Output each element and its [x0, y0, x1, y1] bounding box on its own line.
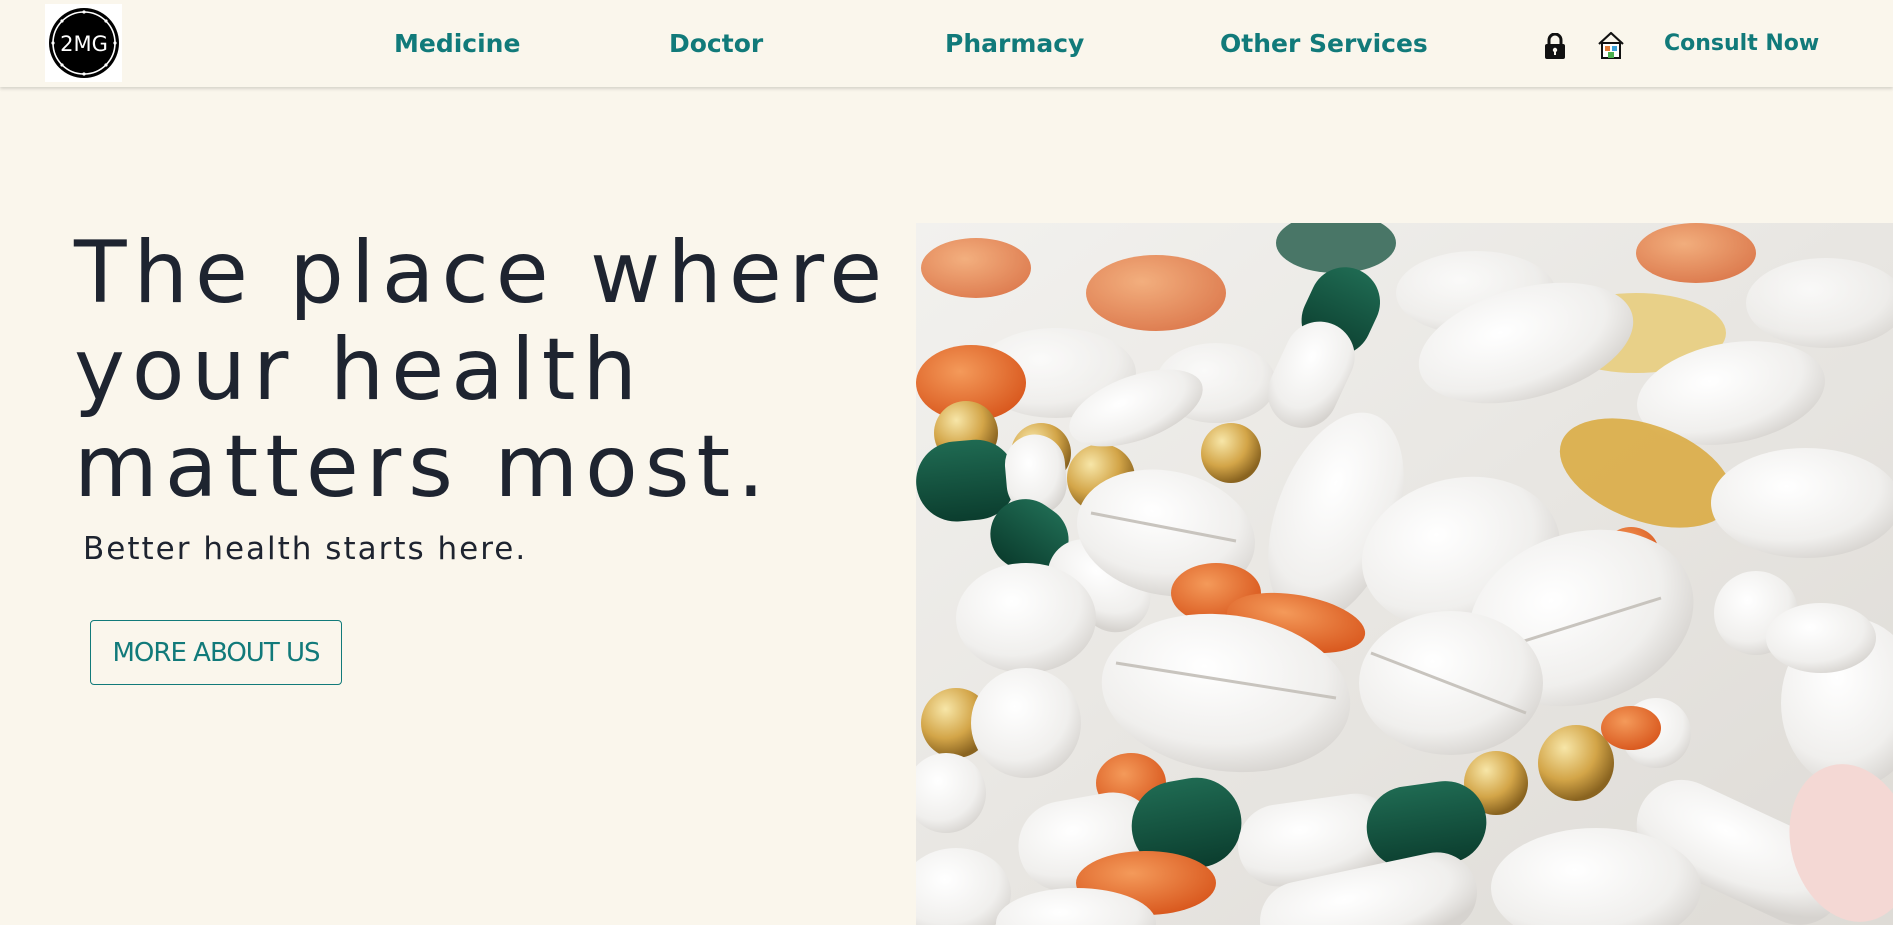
home-icon[interactable]	[1597, 30, 1625, 64]
hero-title-line-1: The place where	[74, 223, 890, 323]
hero-pills-image	[916, 223, 1893, 925]
hero-subtitle: Better health starts here.	[83, 531, 528, 567]
hero-title-line-3: matters most.	[74, 417, 772, 517]
hero-title-line-2: your health	[74, 320, 644, 420]
nav-link-doctor[interactable]: Doctor	[669, 27, 763, 61]
hero-title: The place where your health matters most…	[74, 223, 890, 517]
consult-now-button[interactable]: Consult Now	[1664, 30, 1819, 58]
brand-logo[interactable]: 2MG	[45, 4, 122, 82]
brand-logo-text: 2MG	[60, 32, 108, 56]
nav-link-other-services[interactable]: Other Services	[1220, 27, 1428, 61]
nav-link-medicine[interactable]: Medicine	[394, 27, 520, 61]
top-navbar: 2MG Medicine Doctor Pharmacy Other Servi…	[0, 0, 1893, 87]
nav-link-pharmacy[interactable]: Pharmacy	[945, 27, 1084, 61]
lock-icon[interactable]	[1543, 32, 1567, 64]
brand-logo-emblem: 2MG	[48, 8, 119, 78]
more-about-us-button[interactable]: MORE ABOUT US	[90, 620, 342, 685]
